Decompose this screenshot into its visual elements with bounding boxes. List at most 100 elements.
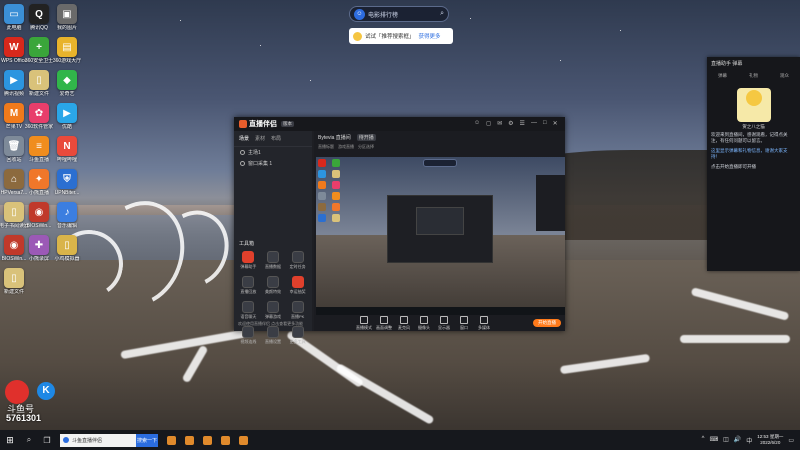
tool-button[interactable]: 视频连线 (236, 326, 261, 345)
taskbar-app-icon[interactable] (216, 430, 234, 450)
desktop-icon[interactable]: ▯ 小鸡模拟器 (49, 235, 85, 262)
tool-button[interactable]: 定时任务 (285, 251, 310, 270)
tool-button[interactable]: 语音聊天 (236, 301, 261, 320)
bottom-tool-button[interactable]: 显示器 (434, 315, 454, 331)
tray-icon[interactable]: ⌨ (709, 436, 718, 445)
desktop-icon[interactable]: N 哔哩哔哩 (49, 136, 85, 163)
room-sub-item[interactable]: 分区选择 (358, 144, 374, 150)
taskbar-search-box[interactable]: 斗鱼直播伴侣 (60, 433, 136, 447)
clock[interactable]: 12:53 星期一 2022/6/20 (757, 434, 783, 446)
tool-button[interactable]: 直播设置 (261, 326, 286, 345)
room-sub-item[interactable]: 直播标题 (318, 144, 334, 150)
tray-icon[interactable]: ◫ (723, 436, 729, 445)
tool-button[interactable]: 更多工具 (285, 326, 310, 345)
tray-icon[interactable]: 中 (746, 436, 752, 445)
app-icon: ✚ (29, 235, 49, 255)
desktop-icon-label: UPNBiter... (54, 190, 80, 196)
bottom-tool-button[interactable]: 多媒体 (474, 315, 494, 331)
search-icon[interactable]: ⌕ (440, 10, 444, 18)
desktop-search-bar[interactable]: ☺ 电影排行榜 ⌕ (349, 6, 449, 22)
bottom-tool-label: 麦克风 (398, 324, 410, 330)
chat-tab[interactable]: 礼物 (749, 73, 758, 79)
tool-button[interactable]: 直播数据 (261, 251, 286, 270)
eye-icon[interactable] (240, 150, 245, 155)
bottom-tool-icon (460, 315, 468, 324)
app-icon: ⛨ (57, 169, 77, 189)
bottom-tool-button[interactable]: 画面调整 (374, 315, 394, 331)
window-control-icon[interactable]: ⚙ (508, 120, 513, 127)
room-sub-item[interactable]: 游戏直播 (338, 144, 354, 150)
tool-icon (266, 276, 279, 288)
tool-label: 直播回放 (240, 289, 257, 294)
scene-item[interactable]: 主场1 (234, 147, 312, 158)
room-title: Bytevia 直播间 (318, 135, 351, 141)
taskbar-search-button[interactable]: 搜索一下 (136, 433, 158, 447)
desktop-icon[interactable]: ▶ 优酷 (49, 103, 85, 130)
taskbar-app-icon[interactable] (180, 430, 198, 450)
search-text[interactable]: 电影排行榜 (368, 10, 440, 19)
tool-button[interactable]: 弹幕游戏 (261, 301, 286, 320)
tool-icon (266, 251, 279, 263)
bottom-tool-button[interactable]: 窗口 (454, 315, 474, 331)
window-control-icon[interactable]: ◻ (486, 120, 491, 127)
tray-icon[interactable]: ^ (702, 436, 705, 445)
window-control-icon[interactable]: ☺ (474, 120, 480, 127)
scene-item[interactable]: 窗口采集 1 (234, 158, 312, 169)
taskbar-app-icon[interactable] (234, 430, 252, 450)
search-logo-icon: ☺ (354, 8, 365, 20)
taskbar-app-icon[interactable] (198, 430, 216, 450)
chat-tab[interactable]: 观众 (780, 73, 789, 79)
left-tab[interactable]: 布局 (271, 135, 281, 142)
tool-button[interactable]: 弹幕助手 (236, 251, 261, 270)
bottom-tool-button[interactable]: 摄像头 (414, 315, 434, 331)
chat-message: 欢迎来到直播间，感谢观看，记得点关注，有任何问题可以留言。 (711, 132, 788, 143)
window-control-icon[interactable]: ✕ (553, 120, 558, 127)
tool-label: 幸运抽奖 (289, 289, 306, 294)
search-icon[interactable]: ⌕ (20, 430, 38, 450)
desktop-icon[interactable]: ◆ 爱奇艺 (49, 70, 85, 97)
eye-icon[interactable] (240, 161, 245, 166)
bottom-tool-button[interactable]: 麦克风 (394, 315, 414, 331)
tool-button[interactable]: 直播PK (285, 301, 310, 320)
desktop-icon-label: 优酷 (61, 124, 72, 130)
tool-icon (291, 276, 304, 288)
bottom-tool-icon (380, 315, 388, 324)
tool-button[interactable]: 幸运抽奖 (285, 276, 310, 295)
window-control-icon[interactable]: — (531, 120, 537, 127)
notification-icon[interactable]: ▭ (788, 437, 794, 444)
app-titlebar[interactable]: 直播伴侣 版本 ☺ ◻ ✉ ⚙ ☰ — □ ✕ (234, 117, 565, 131)
scene-label: 窗口采集 1 (248, 161, 273, 167)
tool-button[interactable]: 直播回放 (236, 276, 261, 295)
bottom-tool-icon (400, 315, 408, 324)
k-logo-icon: K (37, 382, 55, 400)
taskbar-app-icon[interactable] (162, 430, 180, 450)
room-status-tag[interactable]: 待开播 (356, 134, 376, 141)
left-tab[interactable]: 素材 (255, 135, 265, 142)
desktop-icon[interactable]: ⛨ UPNBiter... (49, 169, 85, 196)
watermark-number: 5761301 (6, 413, 42, 423)
tray-icon[interactable]: 🔊 (734, 436, 741, 445)
tool-icon (242, 276, 255, 288)
left-tab[interactable]: 场景 (239, 135, 249, 142)
stream-preview[interactable] (316, 157, 565, 315)
desktop-icon-label: 360游戏大厅 (52, 58, 82, 64)
desktop-icon[interactable]: ▣ 我的图片 (49, 4, 85, 31)
desktop-icon[interactable]: ▯ 新建文件 (0, 268, 32, 295)
window-control-icon[interactable]: ✉ (497, 120, 502, 127)
desktop-icon[interactable]: ▤ 360游戏大厅 (49, 37, 85, 64)
window-control-icon[interactable]: □ (543, 120, 547, 127)
chat-tab[interactable]: 弹幕 (718, 73, 727, 79)
bottom-tool-button[interactable]: 直播模式 (354, 315, 374, 331)
preview-desktop-icons (318, 159, 342, 222)
tip-link[interactable]: 获得更多 (419, 32, 441, 40)
chat-panel: 直播助手 弹幕 弹幕 礼物 观众 贺之八之猫 欢迎来到直播间，感谢观看，记得点关注，… (707, 57, 800, 271)
window-control-icon[interactable]: ☰ (520, 120, 525, 127)
task-view-icon[interactable]: ❐ (38, 430, 56, 450)
desktop-icon-label: 哔哩哔哩 (56, 157, 77, 163)
start-live-button[interactable]: 开始直播 (533, 319, 561, 327)
tool-button[interactable]: 美颜特效 (261, 276, 286, 295)
scene-label: 主场1 (248, 150, 261, 156)
app-version-badge[interactable]: 版本 (281, 121, 294, 127)
windows-start-icon[interactable]: ⊞ (0, 430, 20, 450)
desktop-icon[interactable]: ♪ 音乐编辑 (49, 202, 85, 229)
